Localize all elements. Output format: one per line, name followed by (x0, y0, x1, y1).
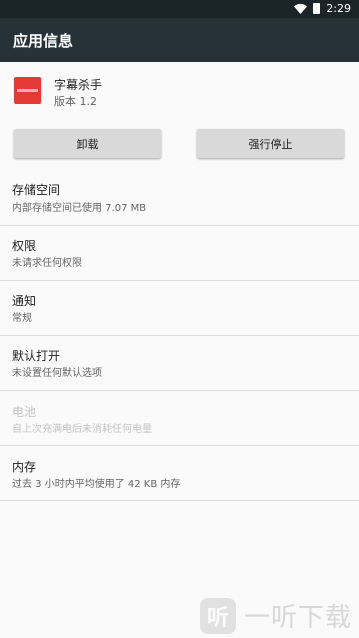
setting-summary: 未请求任何权限 (12, 258, 82, 269)
app-name: 字幕杀手 (54, 78, 103, 92)
setting-title: 默认打开 (12, 349, 61, 363)
setting-title: 内存 (12, 460, 37, 474)
wifi-icon (294, 3, 308, 14)
setting-battery: 电池 自上次充满电后未消耗任何电量 (0, 391, 359, 446)
setting-summary: 常规 (12, 313, 32, 324)
setting-title: 通知 (12, 294, 37, 308)
app-version: 版本 1.2 (54, 95, 97, 108)
uninstall-button[interactable]: 卸载 (14, 129, 161, 158)
watermark-text: 一听下载 (244, 603, 353, 633)
setting-summary: 未设置任何默认选项 (12, 368, 102, 379)
setting-summary: 自上次充满电后未消耗任何电量 (12, 424, 152, 435)
divider (0, 500, 359, 501)
setting-title: 存储空间 (12, 183, 61, 197)
force-stop-button[interactable]: 强行停止 (197, 129, 344, 158)
setting-open-by-default[interactable]: 默认打开 未设置任何默认选项 (0, 336, 359, 391)
battery-icon (313, 3, 321, 14)
setting-title: 权限 (12, 239, 37, 253)
setting-summary: 过去 3 小时内平均使用了 42 KB 内存 (12, 479, 181, 490)
setting-notifications[interactable]: 通知 常规 (0, 281, 359, 336)
status-time: 2:29 (326, 2, 351, 15)
page-title: 应用信息 (13, 32, 74, 50)
setting-permissions[interactable]: 权限 未请求任何权限 (0, 226, 359, 281)
status-icons: 2:29 (294, 2, 351, 15)
setting-storage[interactable]: 存储空间 内部存储空间已使用 7.07 MB (0, 170, 359, 226)
setting-title: 电池 (12, 405, 37, 419)
watermark: 听 一听下载 (200, 597, 352, 634)
app-bar: 应用信息 (0, 18, 359, 62)
app-icon-strip (17, 89, 38, 92)
setting-memory[interactable]: 内存 过去 3 小时内平均使用了 42 KB 内存 (0, 446, 359, 501)
watermark-logo-icon: 听 (200, 597, 236, 634)
status-bar: 2:29 (0, 0, 359, 18)
setting-summary: 内部存储空间已使用 7.07 MB (12, 203, 147, 214)
app-icon (14, 77, 41, 104)
